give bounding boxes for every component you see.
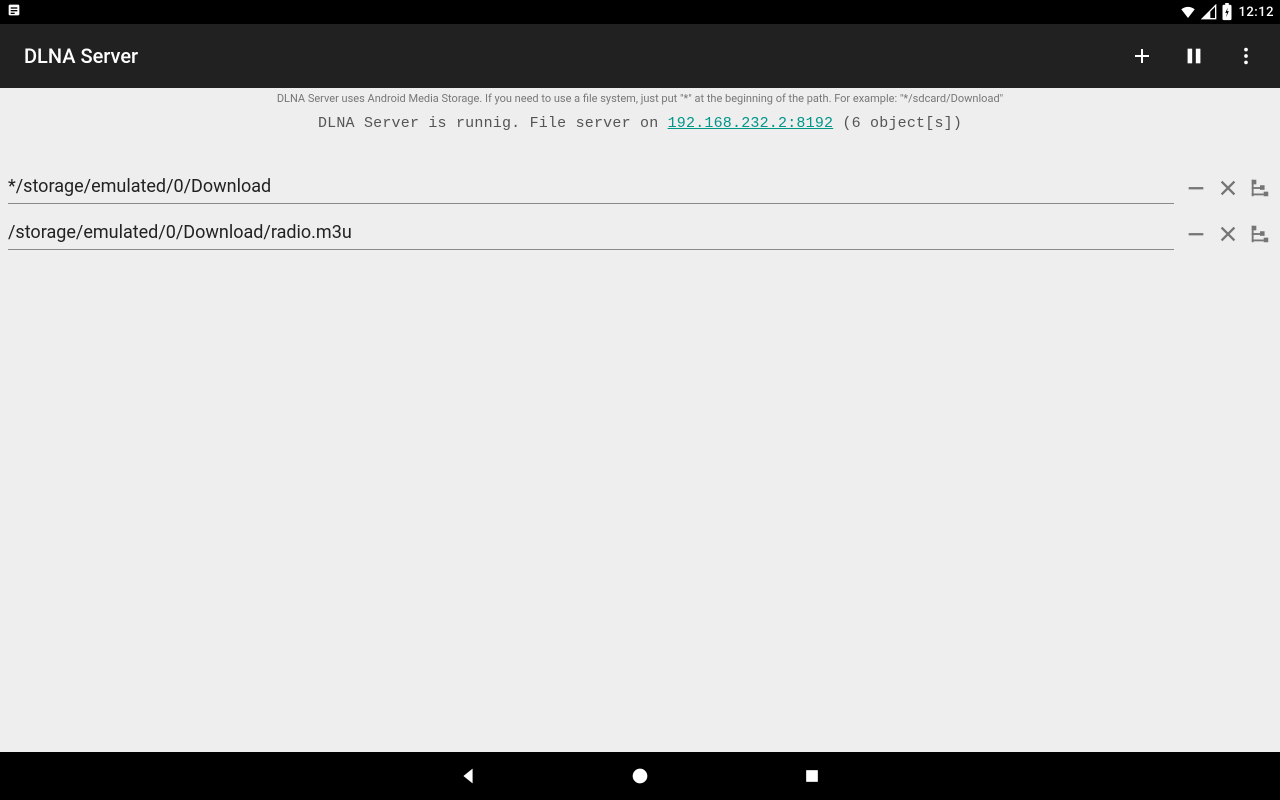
recents-button[interactable] — [796, 760, 828, 792]
add-button[interactable] — [1128, 42, 1156, 70]
status-prefix: DLNA Server is runnig. File server on — [318, 115, 668, 132]
path-input[interactable] — [8, 176, 1174, 197]
remove-icon[interactable] — [1184, 222, 1208, 246]
home-button[interactable] — [624, 760, 656, 792]
info-hint: DLNA Server uses Android Media Storage. … — [0, 88, 1280, 111]
system-status-bar: 12:12 — [0, 0, 1280, 24]
wifi-icon — [1179, 4, 1197, 20]
close-icon[interactable] — [1216, 176, 1240, 200]
tree-icon[interactable] — [1248, 222, 1272, 246]
back-button[interactable] — [452, 760, 484, 792]
system-nav-bar — [0, 752, 1280, 800]
server-status-line: DLNA Server is runnig. File server on 19… — [0, 111, 1280, 146]
signal-icon — [1201, 4, 1217, 20]
server-address-link[interactable]: 192.168.232.2:8192 — [668, 115, 834, 132]
close-icon[interactable] — [1216, 222, 1240, 246]
remove-icon[interactable] — [1184, 176, 1208, 200]
overflow-menu-button[interactable] — [1232, 42, 1260, 70]
status-suffix: (6 object[s]) — [833, 115, 962, 132]
path-input[interactable] — [8, 222, 1174, 243]
path-row — [0, 172, 1280, 204]
notification-icon — [6, 2, 22, 22]
tree-icon[interactable] — [1248, 176, 1272, 200]
path-input-wrap — [8, 218, 1174, 250]
path-input-wrap — [8, 172, 1174, 204]
app-bar: DLNA Server — [0, 24, 1280, 88]
battery-icon — [1221, 3, 1233, 21]
pause-button[interactable] — [1180, 42, 1208, 70]
path-row — [0, 218, 1280, 250]
app-title: DLNA Server — [24, 44, 138, 68]
status-time: 12:12 — [1239, 5, 1274, 20]
